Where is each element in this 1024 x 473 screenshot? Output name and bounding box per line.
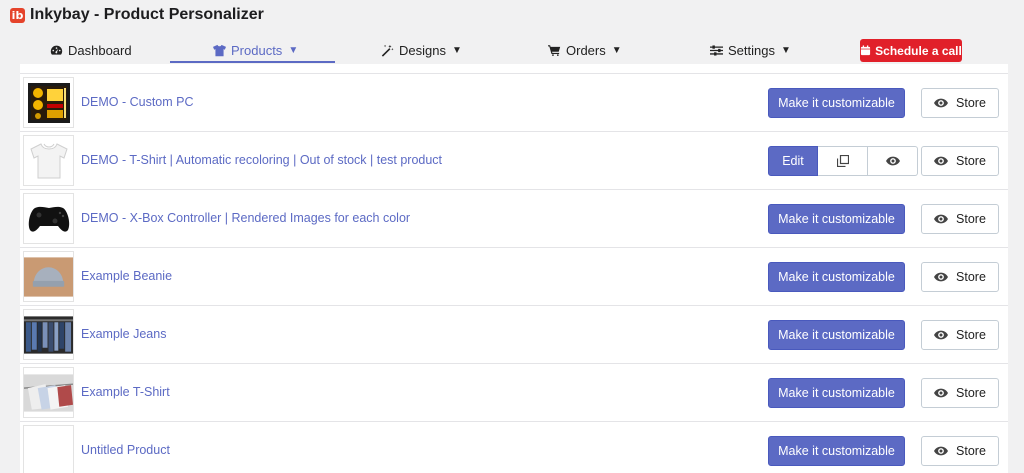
- store-button[interactable]: Store: [921, 378, 999, 408]
- main-nav: Dashboard Products ▼ Designs ▼ Orders ▼: [0, 37, 1024, 64]
- active-tab-indicator: [170, 61, 335, 63]
- nav-dashboard[interactable]: Dashboard: [50, 37, 132, 63]
- make-customizable-button[interactable]: Make it customizable: [768, 436, 905, 466]
- product-title-link[interactable]: Example Jeans: [81, 327, 166, 341]
- product-title-link[interactable]: DEMO - X-Box Controller | Rendered Image…: [81, 211, 410, 225]
- sliders-icon: [710, 44, 723, 57]
- product-action-group: Edit: [768, 146, 918, 176]
- eye-icon: [934, 214, 949, 224]
- tshirt-icon: [213, 44, 226, 57]
- product-row: DEMO - X-Box Controller | Rendered Image…: [20, 189, 1008, 247]
- nav-label: Orders: [566, 42, 606, 58]
- store-button[interactable]: Store: [921, 146, 999, 176]
- product-row: Example T-Shirt Make it customizable Sto…: [20, 363, 1008, 421]
- eye-icon: [934, 446, 949, 456]
- product-title-link[interactable]: Example Beanie: [81, 269, 172, 283]
- eye-icon: [934, 388, 949, 398]
- product-row: DEMO - Custom PC Make it customizable St…: [20, 73, 1008, 131]
- product-title-link[interactable]: DEMO - Custom PC: [81, 95, 194, 109]
- top-bar: ib Inkybay - Product Personalizer Dashbo…: [0, 0, 1024, 64]
- nav-label: Products: [231, 42, 283, 58]
- store-button[interactable]: Store: [921, 436, 999, 466]
- product-thumbnail: [23, 135, 74, 186]
- store-label: Store: [956, 212, 986, 226]
- product-row: Example Jeans Make it customizable Store: [20, 305, 1008, 363]
- nav-designs[interactable]: Designs ▼: [381, 37, 462, 63]
- cart-icon: [548, 44, 561, 57]
- chevron-down-icon: ▼: [611, 44, 622, 56]
- nav-label: Dashboard: [68, 42, 132, 58]
- product-thumbnail: [23, 309, 74, 360]
- eye-icon: [934, 156, 949, 166]
- eye-icon: [934, 98, 949, 108]
- app-title: Inkybay - Product Personalizer: [30, 6, 264, 23]
- make-customizable-button[interactable]: Make it customizable: [768, 262, 905, 292]
- product-thumbnail: [23, 367, 74, 418]
- schedule-call-button[interactable]: Schedule a call: [860, 39, 962, 62]
- product-row: Untitled Product Make it customizable St…: [20, 421, 1008, 473]
- inkybay-logo-icon: ib: [10, 7, 25, 23]
- eye-icon: [934, 272, 949, 282]
- product-thumbnail: [23, 251, 74, 302]
- eye-icon: [934, 330, 949, 340]
- preview-button[interactable]: [868, 146, 918, 176]
- product-thumbnail: [23, 77, 74, 128]
- store-label: Store: [956, 96, 986, 110]
- chevron-down-icon: ▼: [780, 44, 791, 56]
- duplicate-button[interactable]: [818, 146, 868, 176]
- product-row: DEMO - T-Shirt | Automatic recoloring | …: [20, 131, 1008, 189]
- brand: ib Inkybay - Product Personalizer: [10, 6, 264, 24]
- nav-products[interactable]: Products ▼: [213, 37, 298, 63]
- dashboard-icon: [50, 44, 63, 57]
- copy-icon: [836, 155, 849, 167]
- store-label: Store: [956, 154, 986, 168]
- edit-button[interactable]: Edit: [768, 146, 818, 176]
- product-thumbnail: [23, 193, 74, 244]
- store-label: Store: [956, 444, 986, 458]
- product-thumbnail: [23, 425, 74, 473]
- nav-label: Designs: [399, 42, 446, 58]
- store-button[interactable]: Store: [921, 204, 999, 234]
- nav-label: Settings: [728, 42, 775, 58]
- make-customizable-button[interactable]: Make it customizable: [768, 320, 905, 350]
- product-title-link[interactable]: DEMO - T-Shirt | Automatic recoloring | …: [81, 153, 442, 167]
- product-row: Example Beanie Make it customizable Stor…: [20, 247, 1008, 305]
- magic-wand-icon: [381, 44, 394, 57]
- product-title-link[interactable]: Example T-Shirt: [81, 385, 170, 399]
- eye-icon: [885, 156, 900, 166]
- make-customizable-button[interactable]: Make it customizable: [768, 378, 905, 408]
- chevron-down-icon: ▼: [451, 44, 462, 56]
- schedule-label: Schedule a call: [875, 43, 962, 58]
- nav-orders[interactable]: Orders ▼: [548, 37, 622, 63]
- store-label: Store: [956, 328, 986, 342]
- store-label: Store: [956, 386, 986, 400]
- make-customizable-button[interactable]: Make it customizable: [768, 88, 905, 118]
- make-customizable-button[interactable]: Make it customizable: [768, 204, 905, 234]
- chevron-down-icon: ▼: [288, 44, 299, 56]
- store-button[interactable]: Store: [921, 88, 999, 118]
- calendar-icon: [861, 45, 871, 56]
- product-list: DEMO - Custom PC Make it customizable St…: [20, 64, 1008, 473]
- product-title-link[interactable]: Untitled Product: [81, 443, 170, 457]
- store-label: Store: [956, 270, 986, 284]
- store-button[interactable]: Store: [921, 262, 999, 292]
- store-button[interactable]: Store: [921, 320, 999, 350]
- nav-settings[interactable]: Settings ▼: [710, 37, 791, 63]
